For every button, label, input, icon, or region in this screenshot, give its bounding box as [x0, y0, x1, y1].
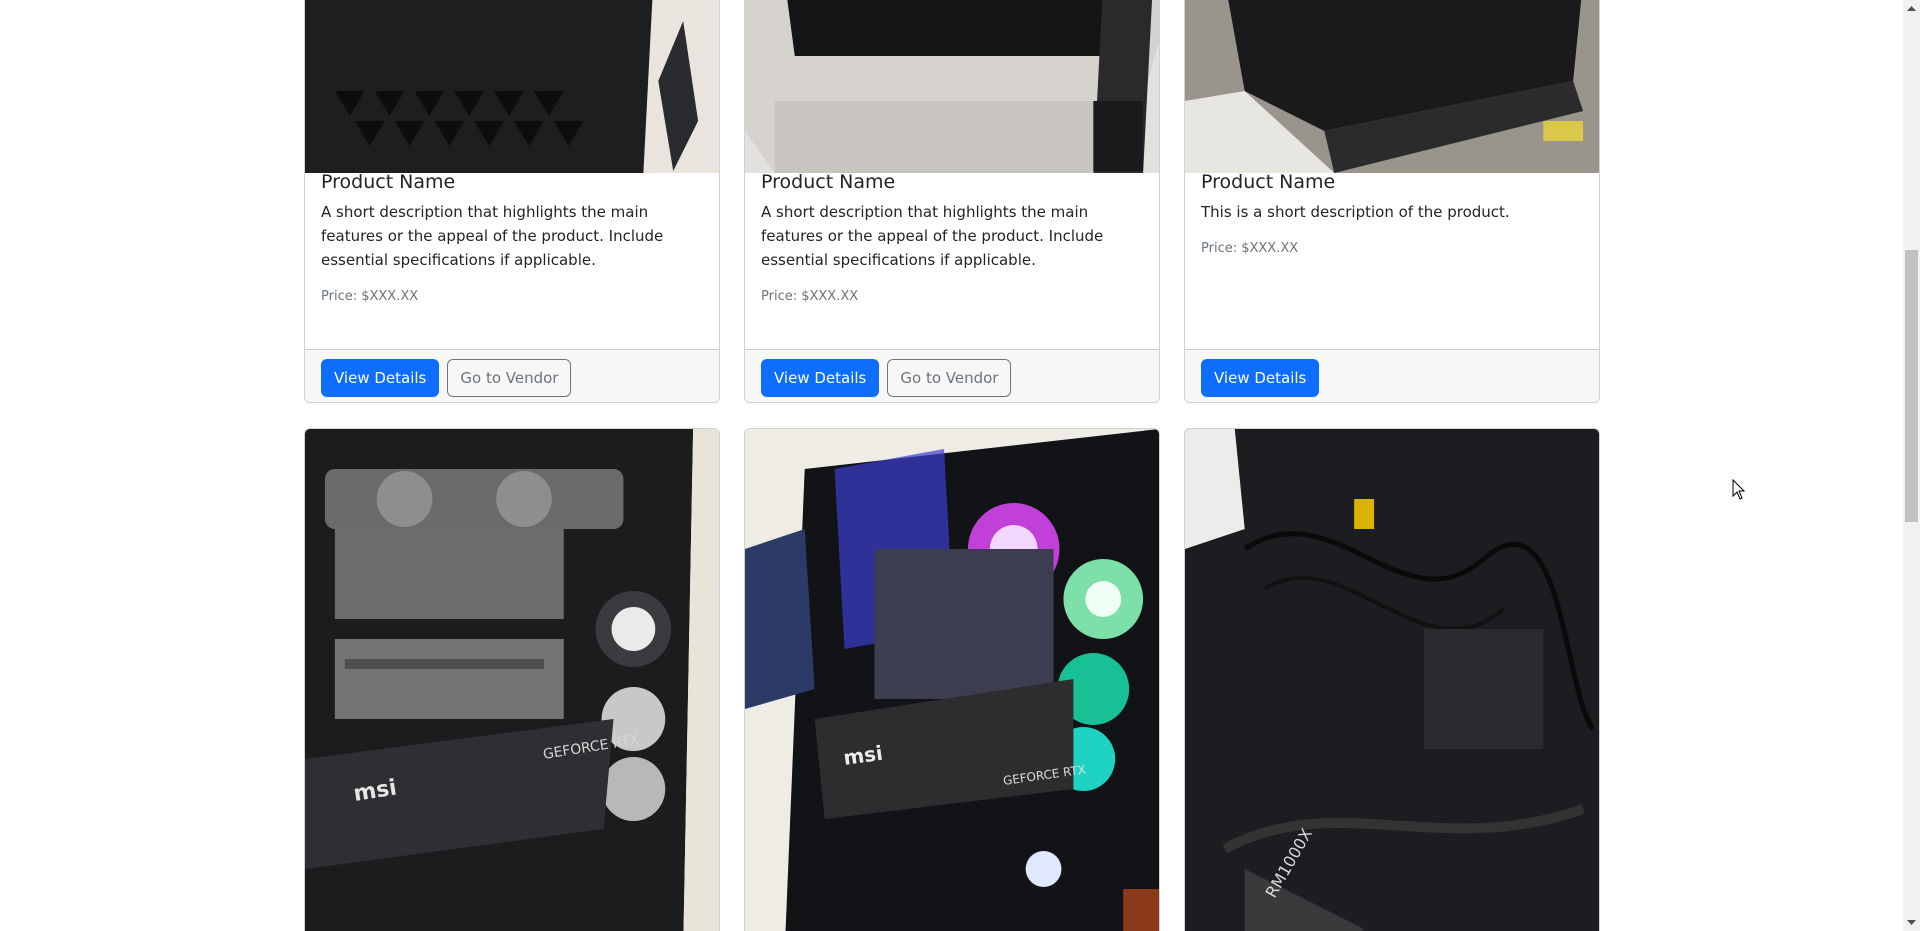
product-price: Price: $XXX.XX: [1201, 241, 1299, 256]
product-image: msi GEFORCE RTX: [745, 429, 1159, 931]
scroll-down-arrow-icon[interactable]: [1903, 914, 1920, 931]
product-title: Product Name: [1201, 171, 1336, 193]
view-details-button[interactable]: View Details: [761, 359, 880, 397]
product-card: Product Name A short description that hi…: [304, 0, 720, 403]
product-card: msi GEFORCE RTX: [744, 428, 1160, 931]
scrollbar-thumb[interactable]: [1905, 250, 1918, 522]
product-title: Product Name: [761, 171, 896, 193]
product-card: msi GEFORCE RTX: [304, 428, 720, 931]
product-image: RM1000X: [1185, 429, 1599, 931]
product-price: Price: $XXX.XX: [321, 289, 419, 304]
product-price: Price: $XXX.XX: [761, 289, 859, 304]
product-title: Product Name: [321, 171, 456, 193]
view-details-button[interactable]: View Details: [321, 359, 440, 397]
product-image: msi GEFORCE RTX: [305, 429, 719, 931]
card-footer: View Details Go to Vendor: [745, 349, 1159, 402]
product-image: [1185, 0, 1599, 173]
go-to-vendor-button[interactable]: Go to Vendor: [447, 359, 572, 397]
product-description: A short description that highlights the …: [761, 203, 1104, 269]
product-card: Product Name A short description that hi…: [744, 0, 1160, 403]
card-footer: View Details: [1185, 349, 1599, 402]
product-card: Product Name This is a short description…: [1184, 0, 1600, 403]
product-image: [305, 0, 719, 173]
product-card: RM1000X: [1184, 428, 1600, 931]
product-description: This is a short description of the produ…: [1201, 203, 1510, 221]
go-to-vendor-button[interactable]: Go to Vendor: [887, 359, 1012, 397]
product-image: [745, 0, 1159, 173]
product-description: A short description that highlights the …: [321, 203, 664, 269]
mouse-cursor-icon: [1732, 478, 1746, 505]
vertical-scrollbar[interactable]: [1903, 0, 1920, 931]
scroll-up-arrow-icon[interactable]: [1903, 0, 1920, 17]
card-footer: View Details Go to Vendor: [305, 349, 719, 402]
view-details-button[interactable]: View Details: [1201, 359, 1320, 397]
